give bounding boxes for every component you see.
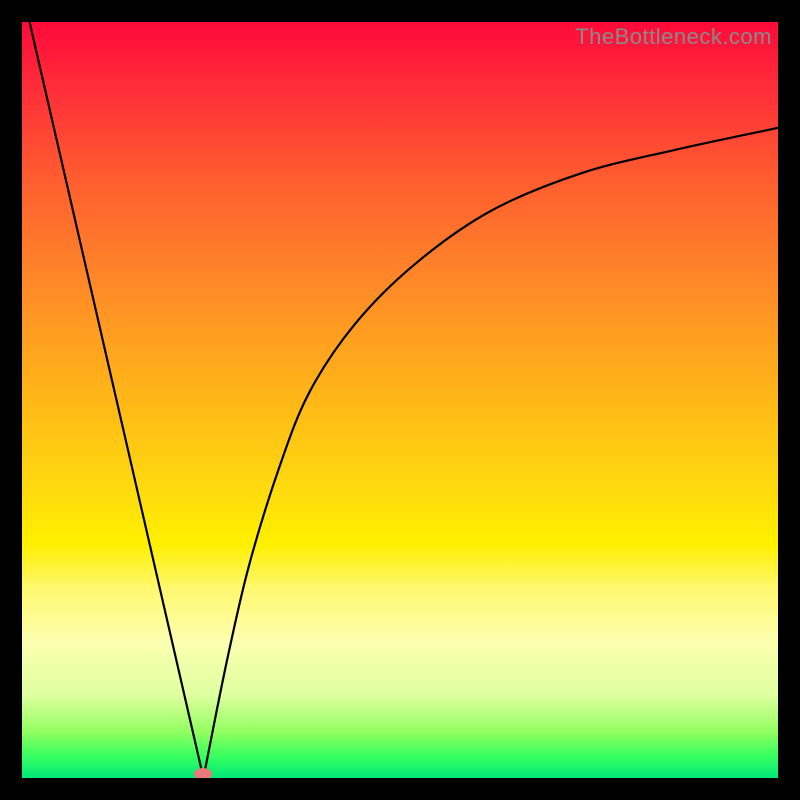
- bottleneck-curve: [30, 22, 778, 778]
- minimum-marker: [194, 768, 212, 780]
- chart-frame: TheBottleneck.com: [0, 0, 800, 800]
- curve-layer: [22, 22, 778, 778]
